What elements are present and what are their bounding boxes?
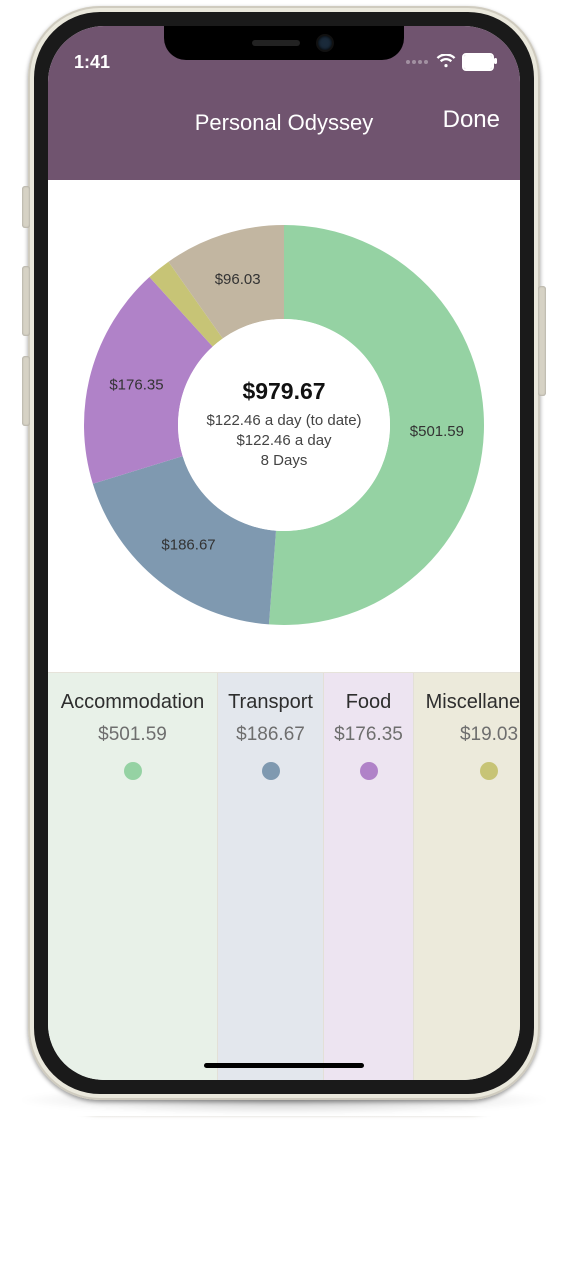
screen: 1:41 Personal Odyssey bbox=[48, 26, 520, 1080]
chart-area: $501.59 $186.67 $176.35 $96.03 $979.67 $122.4… bbox=[48, 180, 520, 672]
reflection: 1:41 Personal Odyssey bbox=[28, 1116, 540, 1266]
legend-item-miscellaneous[interactable]: Miscellaneous $19.03 bbox=[414, 673, 520, 1080]
legend-label: Food bbox=[324, 691, 413, 714]
status-time: 1:41 bbox=[74, 52, 110, 73]
chart-per-day: $122.46 a day bbox=[236, 432, 332, 449]
nav-bar: Personal Odyssey Done bbox=[48, 84, 520, 154]
legend-amount: $19.03 bbox=[414, 724, 520, 746]
donut-slice-label: $176.35 bbox=[109, 377, 163, 394]
legend-label: Accommodation bbox=[48, 691, 217, 714]
legend-label: Transport bbox=[218, 691, 323, 714]
status-icons bbox=[406, 52, 494, 73]
battery-icon bbox=[462, 53, 494, 71]
legend-item-accommodation[interactable]: Accommodation $501.59 bbox=[48, 673, 218, 1080]
chart-total: $979.67 bbox=[242, 378, 325, 404]
donut-chart: $501.59 $186.67 $176.35 $96.03 $979.67 $122.4… bbox=[81, 222, 487, 628]
legend: Accommodation $501.59Transport $186.67Food… bbox=[48, 672, 520, 1080]
legend-item-food[interactable]: Food $176.35 bbox=[324, 673, 414, 1080]
legend-color-dot bbox=[124, 762, 142, 780]
chart-per-day-to-date: $122.46 a day (to date) bbox=[206, 412, 361, 429]
legend-amount: $186.67 bbox=[218, 724, 323, 746]
phone-frame: 1:41 Personal Odyssey bbox=[28, 6, 540, 1100]
legend-amount: $501.59 bbox=[48, 724, 217, 746]
cellular-icon bbox=[406, 60, 428, 64]
legend-amount: $176.35 bbox=[324, 724, 413, 746]
legend-item-transport[interactable]: Transport $186.67 bbox=[218, 673, 324, 1080]
legend-color-dot bbox=[262, 762, 280, 780]
donut-slice-label: $96.03 bbox=[215, 271, 261, 288]
donut-slice-label: $501.59 bbox=[410, 423, 464, 440]
legend-color-dot bbox=[360, 762, 378, 780]
done-button[interactable]: Done bbox=[443, 106, 500, 134]
legend-label: Miscellaneous bbox=[414, 691, 520, 714]
chart-days: 8 Days bbox=[261, 452, 308, 469]
home-indicator bbox=[204, 1063, 364, 1068]
legend-color-dot bbox=[480, 762, 498, 780]
wifi-icon bbox=[436, 52, 456, 73]
notch bbox=[164, 26, 404, 60]
donut-slice-label: $186.67 bbox=[161, 537, 215, 554]
